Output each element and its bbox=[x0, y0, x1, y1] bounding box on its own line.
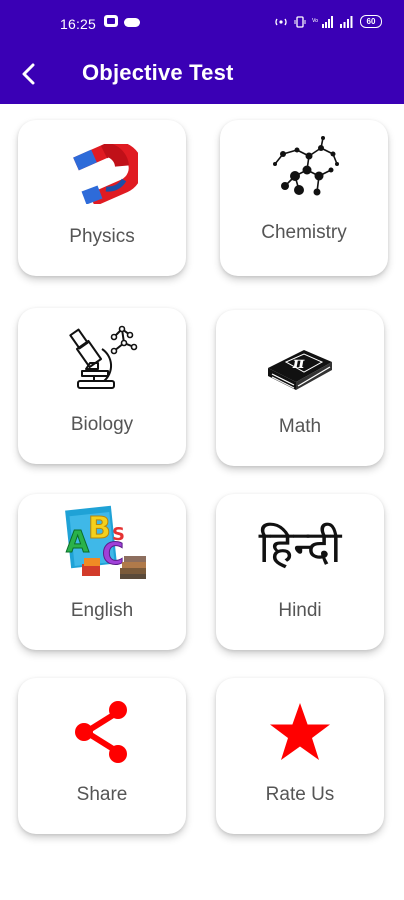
page-title: Objective Test bbox=[82, 60, 234, 85]
card-label: Hindi bbox=[278, 600, 322, 621]
card-biology[interactable]: Biology bbox=[18, 308, 186, 464]
molecule-icon bbox=[273, 136, 339, 196]
gallery-notification-icon bbox=[104, 15, 118, 27]
cloud-icon bbox=[124, 17, 140, 27]
abc-books-icon: A B C S bbox=[65, 505, 146, 579]
toolbar: Objective Test bbox=[0, 48, 404, 104]
svg-text:S: S bbox=[112, 524, 125, 545]
magnet-icon bbox=[73, 144, 138, 204]
card-share[interactable]: Share bbox=[18, 678, 186, 834]
card-rate-us[interactable]: Rate Us bbox=[216, 678, 384, 834]
svg-text:Vo: Vo bbox=[312, 18, 318, 24]
card-english[interactable]: A B C S English bbox=[18, 494, 186, 650]
card-physics[interactable]: Physics bbox=[18, 120, 186, 276]
card-label: Chemistry bbox=[261, 222, 347, 243]
card-label: Math bbox=[278, 416, 322, 437]
status-system-icons: Vo 60 bbox=[274, 15, 382, 28]
hotspot-icon bbox=[275, 18, 287, 25]
status-bar: 16:25 Vo 60 bbox=[0, 0, 404, 48]
signal-icon-1: Vo bbox=[312, 15, 333, 28]
status-notification-icons bbox=[104, 15, 140, 27]
card-label: Rate Us bbox=[265, 784, 335, 805]
svg-text:A: A bbox=[66, 525, 90, 560]
share-icon bbox=[75, 701, 127, 763]
vibrate-icon bbox=[294, 15, 306, 28]
back-button[interactable] bbox=[12, 58, 44, 90]
card-label: Physics bbox=[69, 226, 135, 247]
card-label: Share bbox=[76, 784, 128, 805]
status-time: 16:25 bbox=[60, 16, 97, 32]
microscope-icon bbox=[69, 325, 138, 389]
signal-icon-2 bbox=[340, 15, 353, 28]
app-bar: 16:25 Vo 60 Objective Test bbox=[0, 0, 404, 104]
back-arrow-icon bbox=[22, 63, 35, 85]
hindi-text-icon: हिन्दी bbox=[258, 522, 342, 573]
card-hindi[interactable]: हिन्दी Hindi bbox=[216, 494, 384, 650]
star-icon bbox=[270, 703, 330, 760]
pi-book-icon: π bbox=[268, 350, 332, 390]
card-label: English bbox=[70, 600, 134, 621]
card-math[interactable]: π Math bbox=[216, 310, 384, 466]
card-label: Biology bbox=[70, 414, 134, 435]
card-chemistry[interactable]: Chemistry bbox=[220, 120, 388, 276]
battery-icon: 60 bbox=[360, 15, 382, 28]
